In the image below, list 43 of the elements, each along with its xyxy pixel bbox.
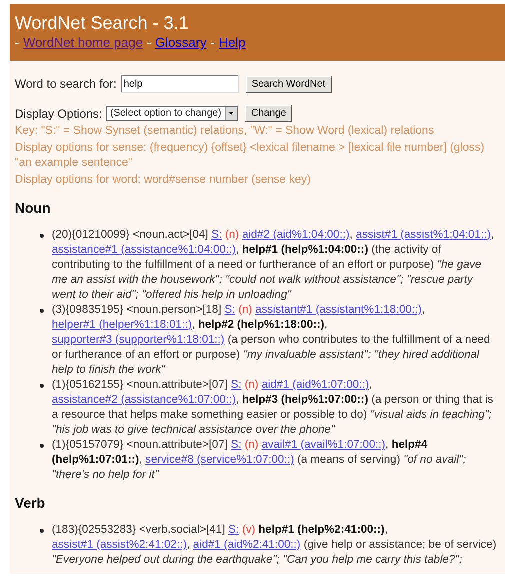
legend-note: Display options for sense: (frequency) {offset} <lexical filename > [lexical file number] (gloss) "an example sentence"	[15, 141, 486, 171]
sense-entry: (183){02553283} <verb.social>[41] S: (v) help#1 (help%2:41:00::), assist#1 (assist%2:41:02::), aid#1 (aid%2:41:00::) (give help or assistance; be of service) "Everyone helped out during the earthquake"; "Can you help me carry this table?";	[52, 523, 498, 568]
separator-text: -	[15, 34, 20, 52]
word-link[interactable]: assistant#1 (assistant%1:18:00::)	[256, 304, 422, 316]
word-link[interactable]: aid#1 (aid%1:07:00::)	[262, 379, 370, 391]
section-heading: Noun	[15, 200, 52, 216]
search-field[interactable]: help	[120, 75, 239, 93]
legend-note: Display options for word: word#sense number (sense key)	[15, 173, 312, 188]
legend-note: Key: "S:" = Show Synset (semantic) relations, "W:" = Show Word (lexical) relations	[15, 124, 436, 139]
word-link[interactable]: S:	[212, 229, 222, 241]
word-link[interactable]: aid#2 (aid%1:04:00::)	[242, 229, 350, 241]
word-link[interactable]: assistance#2 (assistance%1:07:00::)	[52, 394, 236, 406]
bullet-icon	[40, 444, 44, 448]
word-link[interactable]: helper#1 (helper%1:18:01::)	[52, 319, 192, 331]
options-dropdown[interactable]: (Select option to change)	[106, 106, 238, 121]
separator-text: -	[210, 34, 216, 52]
sense-entry: (3){09835195} <noun.person>[18] S: (n) assistant#1 (assistant%1:18:00::), helper#1 (helper%1:18:01::), help#2 (help%1:18:00::), supporter#3 (supporter%1:18:01::) (a person who contributes to the fulfillment of a need or furtherance of an effort or purpose) "my invaluable assistant"; "they hired additional help to finish the work"	[52, 303, 492, 378]
word-link[interactable]: assist#1 (assist%2:41:02::)	[52, 539, 187, 551]
word-link[interactable]: aid#1 (aid%2:41:00::)	[193, 539, 301, 551]
page-title: WordNet Search - 3.1	[15, 12, 190, 34]
search-button[interactable]: Search WordNet	[246, 76, 332, 92]
bullet-icon	[40, 234, 44, 238]
change-button[interactable]: Change	[245, 105, 292, 122]
sense-entry: (1){05157079} <noun.attribute>[07] S: (n) avail#1 (avail%1:07:00::), help#4 (help%1:07:01::), service#8 (service%1:07:00::) (a means of serving) "of no avail"; "there's no help for it"	[52, 438, 468, 483]
word-link[interactable]: S:	[224, 304, 236, 316]
word-link[interactable]: assist#1 (assist%1:04:01::)	[356, 229, 492, 241]
word-link[interactable]: service#8 (service%1:07:00::)	[146, 454, 294, 466]
word-link[interactable]: S:	[228, 524, 240, 536]
section-heading: Verb	[15, 495, 46, 511]
word-link[interactable]: supporter#3 (supporter%1:18:01::)	[52, 334, 225, 346]
sense-entry: (20){01210099} <noun.act>[04] S: (n) aid#2 (aid%1:04:00::), assist#1 (assist%1:04:01::), assistance#1 (assistance%1:04:00::), help#1 (help%1:04:00::) (the activity of contributing to the fulfillment of a need or furtherance of an effort or purpose) "he gave me an assist with the housework"; "could not walk without assistance"; "rescue party went to their aid"; "offered his help in unloading"	[52, 228, 496, 303]
word-link[interactable]: assistance#1 (assistance%1:04:00::)	[52, 244, 236, 256]
bullet-icon	[40, 529, 44, 533]
word-link[interactable]: S:	[231, 439, 242, 451]
separator-text: -	[147, 34, 152, 52]
options-label: Display Options:	[15, 106, 102, 120]
word-link[interactable]: avail#1 (avail%1:07:00::)	[262, 439, 386, 451]
bullet-icon	[40, 384, 44, 388]
sense-entry: (1){05162155} <noun.attribute>[07] S: (n) aid#1 (aid%1:07:00::), assistance#2 (assistance%1:07:00::), help#3 (help%1:07:00::) (a person or thing that is a resource that helps make something easier or possible to do) "visual aids in teaching"; "his job was to give technical assistance over the phone"	[52, 378, 494, 438]
bullet-icon	[40, 309, 44, 313]
word-link[interactable]: S:	[231, 379, 242, 391]
caret-icon	[225, 107, 238, 120]
search-label: Word to search for:	[15, 77, 117, 91]
